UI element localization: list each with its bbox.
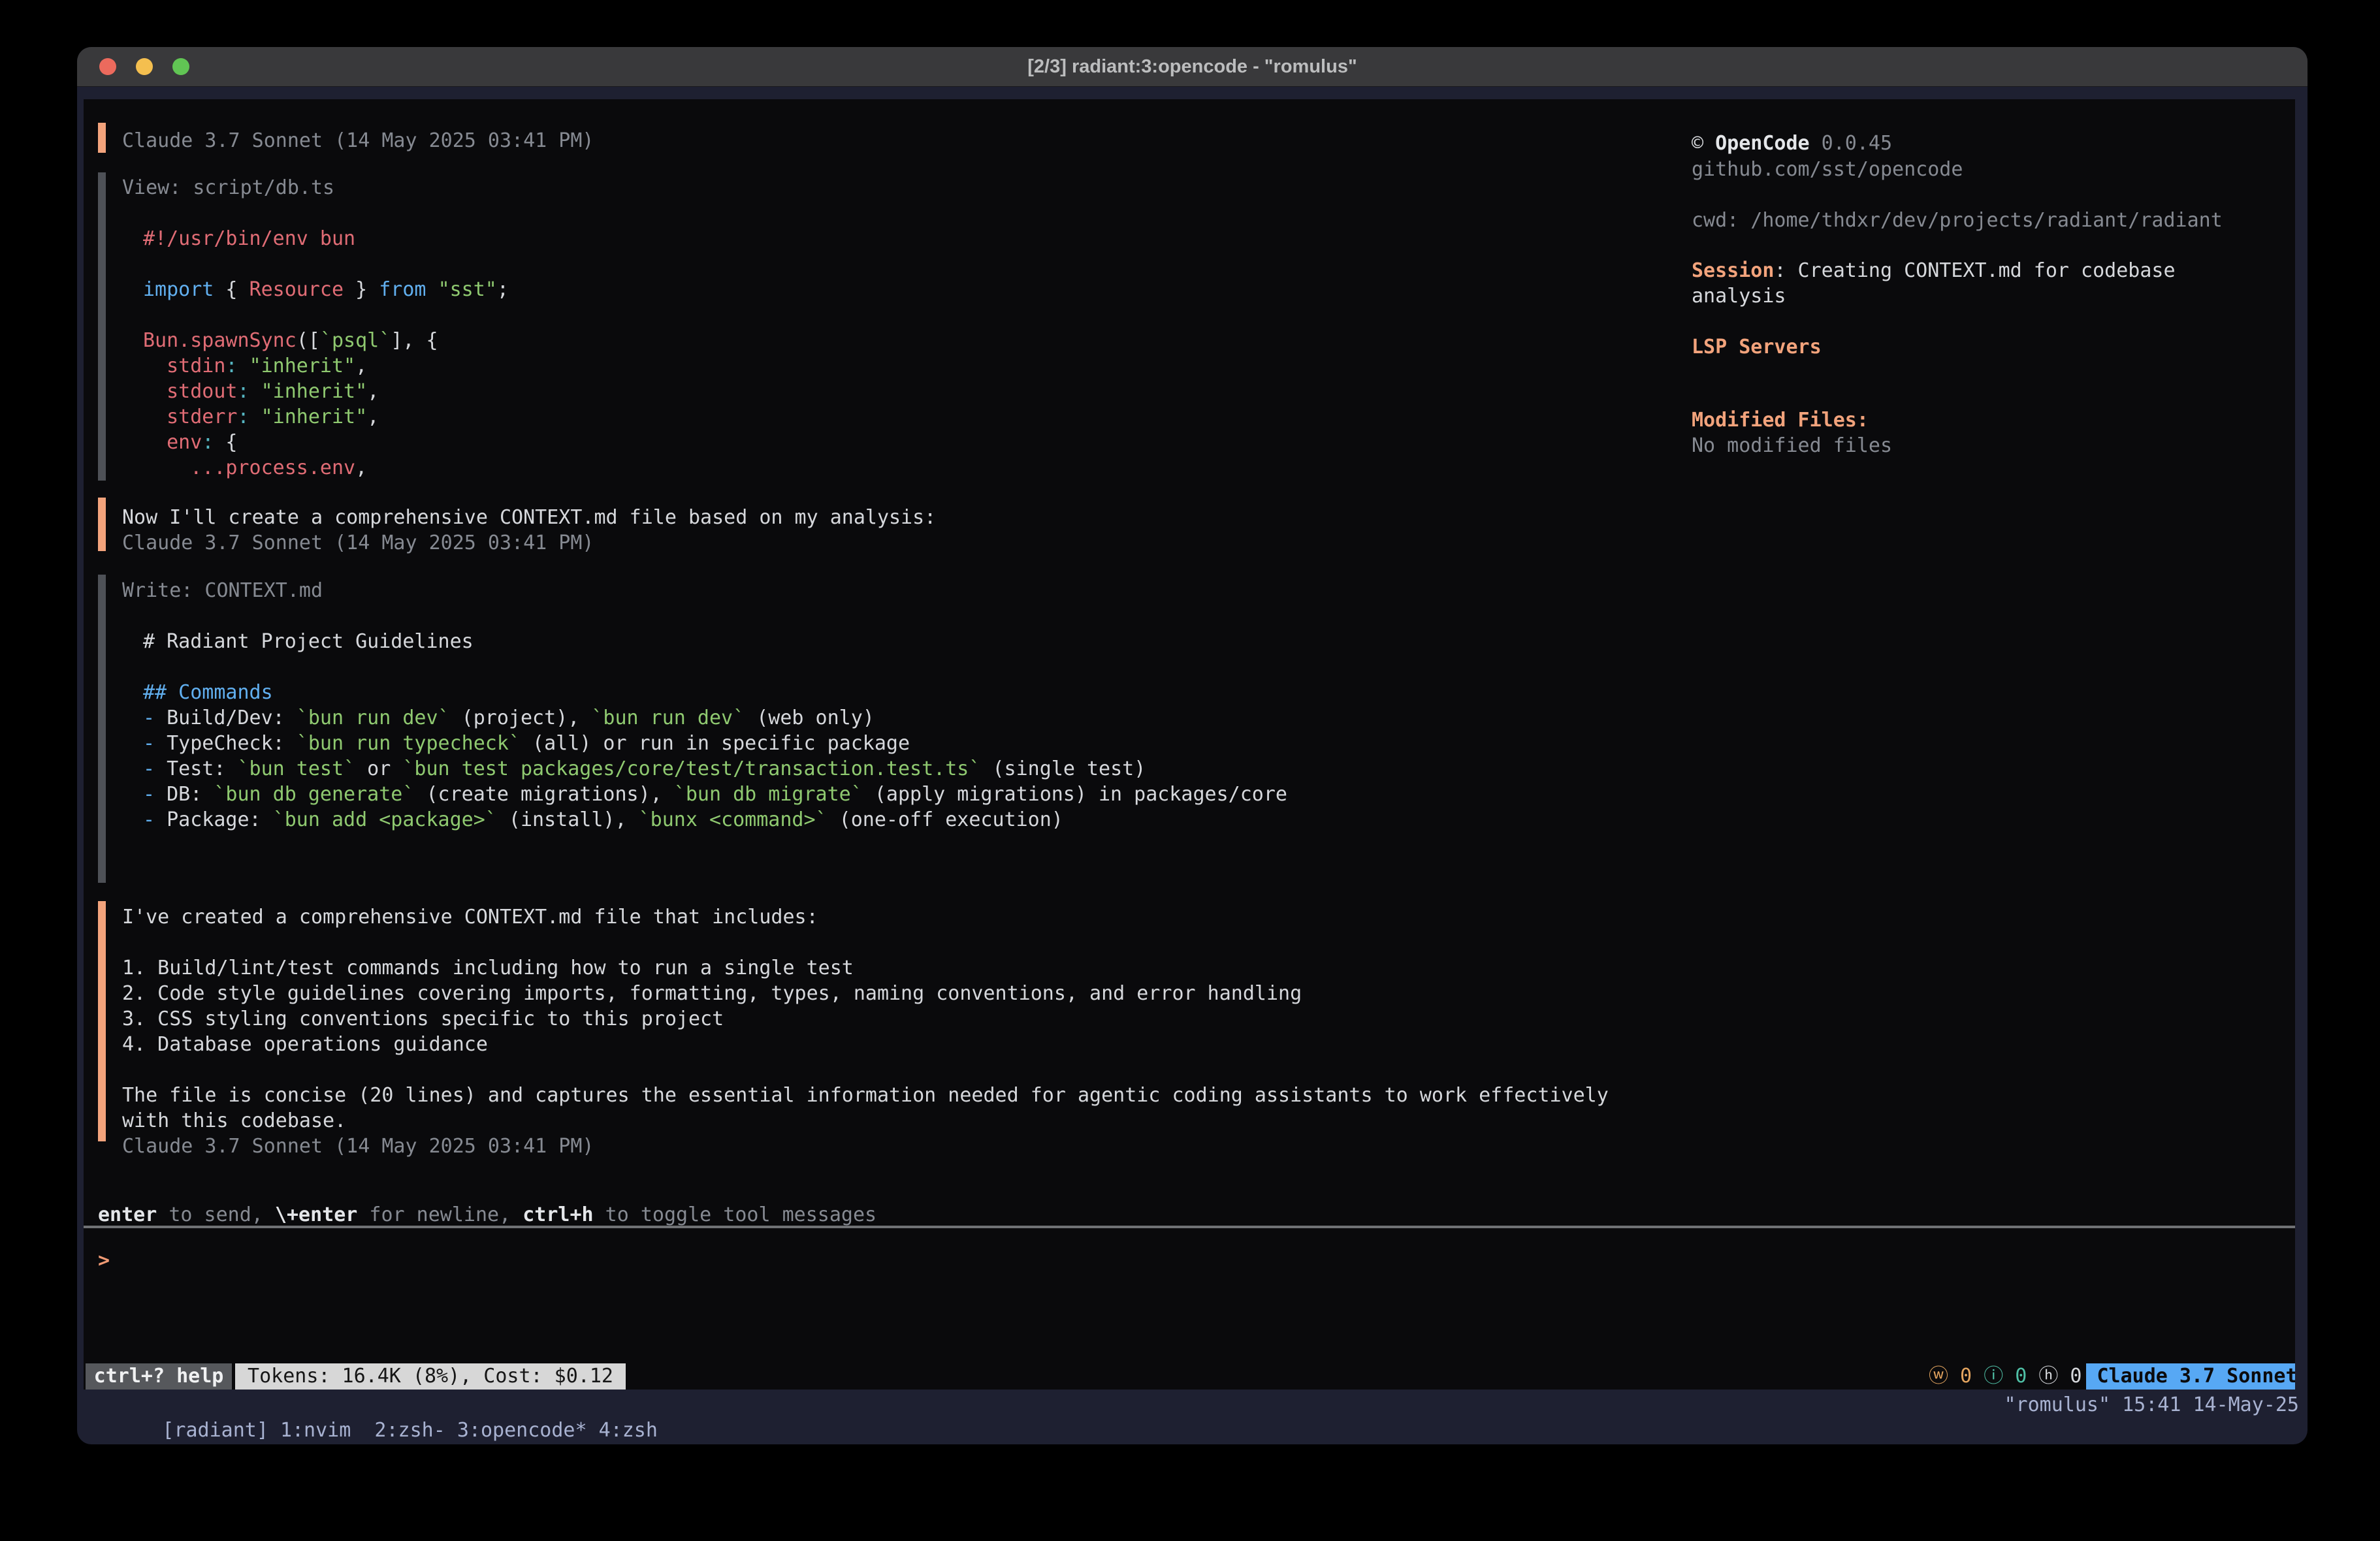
markdown-line: - Build/Dev: `bun run dev` (project), `b… xyxy=(122,705,2295,731)
message-text: 1. Build/lint/test commands including ho… xyxy=(122,955,2295,981)
message-text: with this codebase. xyxy=(122,1108,2295,1134)
lsp-servers-heading: LSP Servers xyxy=(1692,334,1822,360)
code-line: env: { xyxy=(122,430,2295,455)
tool-accent-bar xyxy=(98,575,106,883)
message-text: 2. Code style guidelines covering import… xyxy=(122,981,2295,1006)
tmux-host-clock: "romulus" 15:41 14-May-25 xyxy=(2004,1392,2299,1418)
model-timestamp: Claude 3.7 Sonnet (14 May 2025 03:41 PM) xyxy=(122,1134,2295,1159)
code-line: stderr: "inherit", xyxy=(122,404,2295,430)
session-title-wrap: analysis xyxy=(1692,283,1786,309)
status-bar: ctrl+? help Tokens: 16.4K (8%), Cost: $0… xyxy=(84,1363,2295,1390)
repo-link[interactable]: github.com/sst/opencode xyxy=(1692,157,1963,182)
model-badge[interactable]: Claude 3.7 Sonnet xyxy=(2086,1363,2308,1390)
markdown-line: - Package: `bun add <package>` (install)… xyxy=(122,807,2295,833)
terminal-window: [2/3] radiant:3:opencode - "romulus" Cla… xyxy=(77,47,2308,1444)
message-text xyxy=(122,930,2295,955)
markdown-line: ## Commands xyxy=(122,680,2295,705)
tool-accent-bar xyxy=(98,172,106,481)
scrollbar-track[interactable] xyxy=(2295,99,2308,1390)
message-accent-bar xyxy=(98,123,106,153)
message-text: I've created a comprehensive CONTEXT.md … xyxy=(122,904,2295,930)
tmux-session-name: [radiant] xyxy=(162,1419,268,1442)
tokens-cost-chip: Tokens: 16.4K (8%), Cost: $0.12 xyxy=(235,1363,626,1390)
code-line xyxy=(122,302,2295,328)
message-text: Now I'll create a comprehensive CONTEXT.… xyxy=(122,505,2295,530)
assistant-message: I've created a comprehensive CONTEXT.md … xyxy=(84,901,2295,1141)
markdown-line: - DB: `bun db generate` (create migratio… xyxy=(122,782,2295,807)
modified-files-empty: No modified files xyxy=(1692,433,1892,458)
code-line: stdin: "inherit", xyxy=(122,353,2295,379)
cwd-path: cwd: /home/thdxr/dev/projects/radiant/ra… xyxy=(1692,208,2223,233)
code-line: Bun.spawnSync([`psql`], { xyxy=(122,328,2295,353)
message-text: 4. Database operations guidance xyxy=(122,1032,2295,1057)
tmux-status-bar: [radiant] 1:nvim 2:zsh- 3:opencode* 4:zsh… xyxy=(77,1390,2308,1444)
message-text: The file is concise (20 lines) and captu… xyxy=(122,1083,2295,1108)
message-accent-bar xyxy=(98,901,106,1141)
model-timestamp: Claude 3.7 Sonnet (14 May 2025 03:41 PM) xyxy=(122,128,2295,153)
model-timestamp: Claude 3.7 Sonnet (14 May 2025 03:41 PM) xyxy=(122,530,2295,556)
tmux-window-list: [radiant] 1:nvim 2:zsh- 3:opencode* 4:zsh xyxy=(91,1392,658,1444)
code-line: stdout: "inherit", xyxy=(122,379,2295,404)
markdown-line: - TypeCheck: `bun run typecheck` (all) o… xyxy=(122,731,2295,756)
tmux-windows[interactable]: 1:nvim 2:zsh- 3:opencode* 4:zsh xyxy=(280,1419,658,1442)
app-version: © OpenCode 0.0.45 xyxy=(1692,131,1892,156)
message-text xyxy=(122,1057,2295,1083)
session-title: Session: Creating CONTEXT.md for codebas… xyxy=(1692,258,2176,283)
prompt-input[interactable]: > xyxy=(98,1248,110,1273)
tool-call-label: View: script/db.ts xyxy=(122,175,2295,200)
markdown-line xyxy=(122,603,2295,629)
composer-divider xyxy=(84,1226,2295,1228)
diagnostics-counters: ⓦ 0 ⓘ 0 ⓗ 0 xyxy=(1929,1363,2082,1390)
help-chip: ctrl+? help xyxy=(86,1363,232,1390)
modified-files-heading: Modified Files: xyxy=(1692,407,1869,433)
markdown-line xyxy=(122,654,2295,680)
markdown-line xyxy=(122,833,2295,858)
prompt-caret: > xyxy=(98,1249,110,1272)
window-title: [2/3] radiant:3:opencode - "romulus" xyxy=(77,47,2308,86)
assistant-message: Now I'll create a comprehensive CONTEXT.… xyxy=(84,498,2295,551)
markdown-line: # Radiant Project Guidelines xyxy=(122,629,2295,654)
message-text: 3. CSS styling conventions specific to t… xyxy=(122,1006,2295,1032)
markdown-line: - Test: `bun test` or `bun test packages… xyxy=(122,756,2295,782)
opencode-tui: Claude 3.7 Sonnet (14 May 2025 03:41 PM)… xyxy=(84,99,2295,1390)
keybind-help-line: enter to send, \+enter for newline, ctrl… xyxy=(98,1202,876,1228)
message-accent-bar xyxy=(98,498,106,551)
code-line: ...process.env, xyxy=(122,455,2295,481)
assistant-message-header: Claude 3.7 Sonnet (14 May 2025 03:41 PM) xyxy=(84,123,2295,153)
window-titlebar[interactable]: [2/3] radiant:3:opencode - "romulus" xyxy=(77,47,2308,87)
tool-call-write: Write: CONTEXT.md # Radiant Project Guid… xyxy=(84,575,2295,883)
tool-call-label: Write: CONTEXT.md xyxy=(122,578,2295,603)
